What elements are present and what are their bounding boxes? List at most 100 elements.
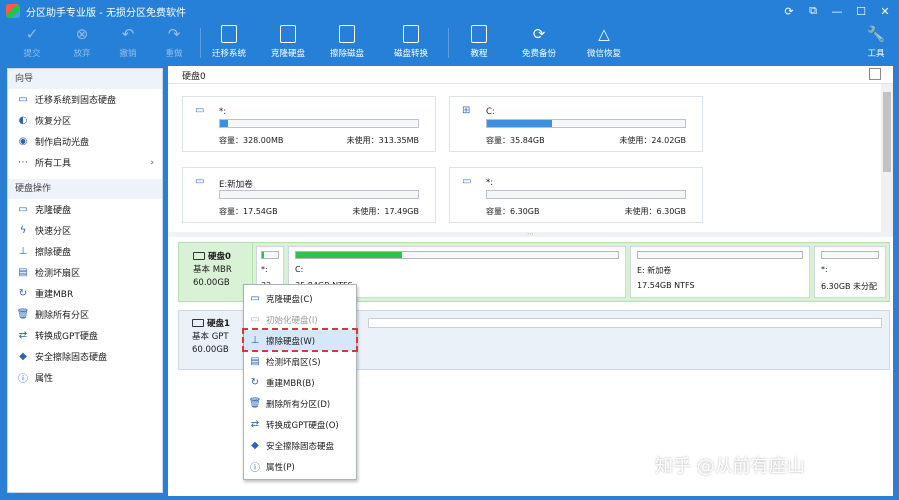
sidebar-item-recover[interactable]: ◐ 恢复分区 <box>8 110 162 131</box>
sidebar-item-properties[interactable]: ⓘ 属性 <box>8 367 162 388</box>
more-icon: ⋯ <box>18 157 28 168</box>
disk-icon <box>193 252 205 260</box>
menu-item-check-sectors[interactable]: ▤ 检测坏扇区(S) <box>244 351 356 372</box>
lightning-icon: ϟ <box>19 225 27 236</box>
sidebar-item-label: 擦除硬盘 <box>35 248 72 258</box>
sidebar-guide-header: 向导 <box>8 69 162 89</box>
usage-bar <box>486 190 686 199</box>
rebuild-icon: ↻ <box>250 377 260 388</box>
sidebar-item-rebuild-mbr[interactable]: ↻ 重建MBR <box>8 283 162 304</box>
boot-disc-icon: ◉ <box>18 136 28 147</box>
convert-icon <box>401 24 421 44</box>
scrollbar-thumb[interactable] <box>883 92 891 172</box>
menu-item-convert-gpt[interactable]: ⇄ 转换成GPT硬盘(O) <box>244 414 356 435</box>
usage-bar <box>219 119 419 128</box>
drive-icon: ▭ <box>195 105 205 116</box>
partition-block[interactable]: *: 6.30GB 未分配 <box>814 246 886 298</box>
sidebar-item-label: 安全擦除固态硬盘 <box>35 353 108 363</box>
menu-item-properties[interactable]: ⓘ 属性(P) <box>244 456 356 477</box>
drive-icon: ▭ <box>195 176 205 187</box>
rebuild-icon: ↻ <box>18 288 28 299</box>
minimize-icon[interactable]: — <box>829 3 845 19</box>
discard-button[interactable]: ⊗ 放弃 <box>58 24 106 62</box>
undo-button[interactable]: ↶ 撤销 <box>104 24 152 62</box>
ssd-erase-icon: ◆ <box>251 440 259 451</box>
upper-header: 硬盘0 <box>168 66 893 84</box>
sidebar-item-label: 迁移系统到固态硬盘 <box>35 96 117 106</box>
info-icon: ⓘ <box>250 463 260 474</box>
panel-divider[interactable]: ⋯ <box>168 231 893 238</box>
sidebar-item-ssd-erase[interactable]: ◆ 安全擦除固态硬盘 <box>8 346 162 367</box>
tools-button[interactable]: 🔧 工具 <box>852 24 899 62</box>
drive-icon: ▭ <box>462 176 472 187</box>
recover-icon: ◐ <box>18 115 28 126</box>
tutorial-button[interactable]: 教程 <box>455 24 503 62</box>
menu-item-delete-all[interactable]: 🗑 删除所有分区(D) <box>244 393 356 414</box>
windows-icon: ⊞ <box>462 105 471 116</box>
wipe-icon: ⊥ <box>18 246 28 257</box>
window-controls: ⟳ ⧉ — ☐ ✕ <box>781 3 893 19</box>
migrate-system-button[interactable]: 迁移系统 <box>205 24 253 62</box>
menu-item-ssd-erase[interactable]: ◆ 安全擦除固态硬盘 <box>244 435 356 456</box>
sidebar-item-label: 所有工具 <box>35 159 72 169</box>
restore-icon[interactable]: ⧉ <box>805 3 821 19</box>
discard-icon: ⊗ <box>75 25 89 43</box>
close-icon[interactable]: ✕ <box>877 3 893 19</box>
menu-item-clone[interactable]: ▭ 克隆硬盘(C) <box>244 288 356 309</box>
sidebar-item-boot-disc[interactable]: ◉ 制作启动光盘 <box>8 131 162 152</box>
wipe-icon <box>337 24 357 44</box>
toolbar-separator <box>448 28 449 58</box>
view-toggle-icon[interactable] <box>869 68 881 80</box>
wrench-icon: 🔧 <box>866 25 886 43</box>
redo-button[interactable]: ↷ 重做 <box>150 24 198 62</box>
highlight-annotation <box>242 328 358 352</box>
title-bar: 分区助手专业版 - 无损分区免费软件 ⟳ ⧉ — ☐ ✕ <box>0 0 899 22</box>
refresh-icon[interactable]: ⟳ <box>781 3 797 19</box>
sidebar-item-convert-gpt[interactable]: ⇄ 转换成GPT硬盘 <box>8 325 162 346</box>
sidebar-item-all-tools[interactable]: ⋯ 所有工具 › <box>8 152 162 173</box>
sidebar-item-label: 删除所有分区 <box>35 311 90 321</box>
sidebar-ops-header: 硬盘操作 <box>8 179 162 199</box>
submit-button[interactable]: ✓ 提交 <box>8 24 56 62</box>
convert-icon: ⇄ <box>18 330 28 341</box>
free-backup-button[interactable]: ⟳ 免费备份 <box>515 24 563 62</box>
partition-card[interactable]: ▭ E:新加卷 容量：17.54GB 未使用：17.49GB <box>182 167 436 223</box>
sidebar-item-label: 克隆硬盘 <box>35 206 72 216</box>
migrate-icon <box>219 24 239 44</box>
sidebar-item-label: 检测坏扇区 <box>35 269 81 279</box>
check-icon: ▤ <box>18 267 28 278</box>
partition-card[interactable]: ▭ *: 容量：6.30GB 未使用：6.30GB <box>449 167 703 223</box>
check-icon: ✓ <box>25 25 39 43</box>
wechat-recover-button[interactable]: △ 微信恢复 <box>580 24 628 62</box>
disk-view-title: 硬盘0 <box>182 72 206 82</box>
menu-item-rebuild-mbr[interactable]: ↻ 重建MBR(B) <box>244 372 356 393</box>
backup-icon: ⟳ <box>532 25 546 43</box>
maximize-icon[interactable]: ☐ <box>853 3 869 19</box>
init-icon: ▭ <box>250 314 260 325</box>
check-icon: ▤ <box>250 356 260 367</box>
disk-convert-button[interactable]: 磁盘转换 <box>387 24 435 62</box>
sidebar-item-label: 快速分区 <box>35 227 72 237</box>
menu-item-init[interactable]: ▭ 初始化硬盘(I) <box>244 309 356 330</box>
partition-block[interactable]: E: 新加卷 17.54GB NTFS <box>630 246 810 298</box>
chevron-right-icon: › <box>150 157 154 168</box>
toolbar-separator <box>200 28 201 58</box>
wipe-disk-button[interactable]: 擦除磁盘 <box>323 24 371 62</box>
sidebar-item-delete-all[interactable]: 🗑 删除所有分区 <box>8 304 162 325</box>
partition-card[interactable]: ⊞ C: 容量：35.84GB 未使用：24.02GB <box>449 96 703 152</box>
sidebar-item-label: 恢复分区 <box>35 117 72 127</box>
convert-icon: ⇄ <box>250 419 260 430</box>
clone-disk-button[interactable]: 克隆硬盘 <box>264 24 312 62</box>
partition-card[interactable]: ▭ *: 容量：328.00MB 未使用：313.35MB <box>182 96 436 152</box>
scrollbar[interactable] <box>881 84 893 232</box>
sidebar-item-check-sectors[interactable]: ▤ 检测坏扇区 <box>8 262 162 283</box>
toolbar: ✓ 提交 ⊗ 放弃 ↶ 撤销 ↷ 重做 迁移系统 克隆硬盘 擦除磁盘 磁盘转换 … <box>0 22 899 64</box>
sidebar-item-label: 转换成GPT硬盘 <box>35 332 98 342</box>
sidebar-item-quick-partition[interactable]: ϟ 快速分区 <box>8 220 162 241</box>
ssd-erase-icon: ◆ <box>19 351 27 362</box>
sidebar-item-migrate[interactable]: ▭ 迁移系统到固态硬盘 <box>8 89 162 110</box>
sidebar-item-wipe[interactable]: ⊥ 擦除硬盘 <box>8 241 162 262</box>
usage-bar <box>486 119 686 128</box>
sidebar-item-label: 制作启动光盘 <box>35 138 90 148</box>
sidebar-item-clone[interactable]: ▭ 克隆硬盘 <box>8 199 162 220</box>
